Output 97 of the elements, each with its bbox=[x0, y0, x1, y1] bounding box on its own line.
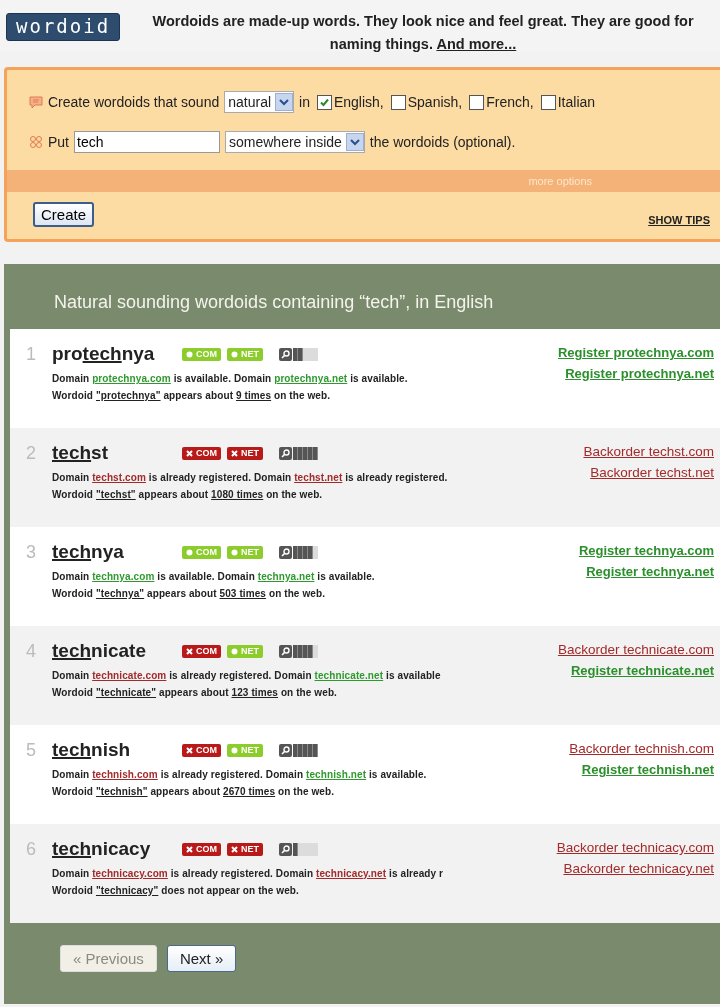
position-dropdown[interactable]: somewhere inside bbox=[225, 131, 365, 153]
wordoid: techst bbox=[52, 442, 109, 464]
results-title: Natural sounding wordoids containing “tech”, in English bbox=[53, 291, 495, 314]
speech-bubble-icon bbox=[29, 95, 43, 109]
result-number: 3 bbox=[25, 541, 37, 564]
register-link[interactable]: Register technish.net bbox=[581, 762, 714, 777]
sound-dropdown[interactable]: natural bbox=[224, 91, 295, 113]
label-text: in bbox=[299, 94, 310, 110]
search-icon[interactable] bbox=[279, 545, 292, 559]
web-count-text: Wordoid "technya" appears about 503 times on the web. bbox=[52, 588, 327, 599]
label-text: the wordoids (optional). bbox=[369, 134, 516, 150]
domain-link[interactable]: technicacy.com bbox=[92, 868, 168, 879]
text-link[interactable]: "protechnya" bbox=[95, 390, 161, 401]
logo[interactable]: wordoid bbox=[6, 13, 121, 41]
wordoid: technya bbox=[52, 541, 125, 563]
tagline: Wordoids are made-up words. They look nice and feel great. They are good for naming things. And more... bbox=[151, 12, 695, 54]
text-link[interactable]: "technish" bbox=[95, 786, 148, 797]
text-link[interactable]: "technya" bbox=[95, 588, 145, 599]
create-button[interactable]: Create bbox=[33, 202, 95, 227]
domain-badge: COM bbox=[182, 545, 221, 559]
checkbox-label[interactable]: French, bbox=[486, 94, 534, 110]
domain-link[interactable]: techst.com bbox=[92, 472, 146, 483]
domain-status-text: Domain technish.com is already registered. Domain technish.net is available. bbox=[52, 769, 428, 780]
domain-link[interactable]: protechnya.com bbox=[92, 373, 171, 384]
checkbox[interactable] bbox=[316, 94, 332, 110]
result-number: 1 bbox=[25, 343, 37, 366]
result-number: 5 bbox=[25, 739, 37, 762]
backorder-link[interactable]: Backorder techst.com bbox=[583, 444, 714, 459]
domain-status-text: Domain technicacy.com is already registered. Domain technicacy.net is already r bbox=[52, 868, 445, 879]
web-count-text: Wordoid "techst" appears about 1080 times on the web. bbox=[52, 489, 324, 500]
text-link[interactable]: 123 times bbox=[231, 687, 278, 698]
wordoid: technicate bbox=[52, 640, 147, 662]
domain-status-text: Domain techst.com is already registered. Domain techst.net is already registered. bbox=[52, 472, 449, 483]
register-link[interactable]: Register technya.com bbox=[578, 543, 714, 558]
domain-link[interactable]: technicacy.net bbox=[316, 868, 387, 879]
web-count-text: Wordoid "protechnya" appears about 9 times on the web. bbox=[52, 390, 332, 401]
domain-link[interactable]: protechnya.net bbox=[274, 373, 348, 384]
wordoid: technish bbox=[52, 739, 132, 761]
domain-badge: NET bbox=[227, 545, 263, 559]
register-link[interactable]: Register technya.net bbox=[586, 564, 714, 579]
letters-icon bbox=[29, 135, 43, 149]
domain-link[interactable]: technya.com bbox=[92, 571, 155, 582]
domain-badge: NET bbox=[227, 347, 263, 361]
search-icon[interactable] bbox=[279, 842, 292, 856]
domain-status-text: Domain technicate.com is already registered. Domain technicate.net is available bbox=[52, 670, 442, 681]
web-count-text: Wordoid "technish" appears about 2670 times on the web. bbox=[52, 786, 336, 797]
domain-badge: COM bbox=[182, 842, 221, 856]
domain-badge: COM bbox=[182, 644, 221, 658]
domain-badge: NET bbox=[227, 446, 263, 460]
checkbox-label[interactable]: English, bbox=[333, 94, 384, 110]
more-link[interactable]: And more... bbox=[436, 36, 517, 52]
checkbox-label[interactable]: Italian bbox=[557, 94, 596, 110]
backorder-link[interactable]: Backorder technish.com bbox=[569, 741, 714, 756]
wordoid: protechnya bbox=[52, 343, 156, 365]
register-link[interactable]: Register technicate.net bbox=[570, 663, 714, 678]
domain-badge: COM bbox=[182, 743, 221, 757]
domain-badge: COM bbox=[182, 347, 221, 361]
show-tips-link[interactable]: SHOW TIPS bbox=[648, 213, 710, 226]
domain-badge: NET bbox=[227, 644, 263, 658]
domain-link[interactable]: techst.net bbox=[294, 472, 343, 483]
web-count-text: Wordoid "technicate" appears about 123 times on the web. bbox=[52, 687, 338, 698]
domain-badge: NET bbox=[227, 842, 263, 856]
checkbox[interactable] bbox=[390, 94, 406, 110]
backorder-link[interactable]: Backorder techst.net bbox=[590, 465, 714, 480]
domain-link[interactable]: technish.com bbox=[92, 769, 158, 780]
domain-status-text: Domain protechnya.com is available. Domain protechnya.net is available. bbox=[52, 373, 409, 384]
register-link[interactable]: Register protechnya.net bbox=[565, 366, 714, 381]
search-icon[interactable] bbox=[279, 446, 292, 460]
label-text: Create wordoids that sound bbox=[48, 94, 220, 110]
domain-link[interactable]: technicate.com bbox=[92, 670, 167, 681]
text-input[interactable]: tech bbox=[74, 131, 220, 153]
domain-link[interactable]: technish.net bbox=[306, 769, 367, 780]
checkbox[interactable] bbox=[540, 94, 556, 110]
text-link[interactable]: 1080 times bbox=[211, 489, 264, 500]
text-link[interactable]: "techst" bbox=[95, 489, 136, 500]
text-link[interactable]: 503 times bbox=[219, 588, 267, 599]
domain-badge: NET bbox=[227, 743, 263, 757]
next-button[interactable]: Next » bbox=[166, 945, 237, 972]
search-icon[interactable] bbox=[279, 743, 292, 757]
search-icon[interactable] bbox=[279, 644, 292, 658]
domain-link[interactable]: technya.net bbox=[257, 571, 315, 582]
text-link[interactable]: 2670 times bbox=[222, 786, 276, 797]
checkbox[interactable] bbox=[469, 94, 485, 110]
domain-badge: COM bbox=[182, 446, 221, 460]
backorder-link[interactable]: Backorder technicacy.com bbox=[556, 840, 714, 855]
checkbox-label[interactable]: Spanish, bbox=[407, 94, 463, 110]
backorder-link[interactable]: Backorder technicate.com bbox=[557, 642, 714, 657]
text-link[interactable]: 9 times bbox=[235, 390, 272, 401]
backorder-link[interactable]: Backorder technicacy.net bbox=[563, 861, 714, 876]
search-icon[interactable] bbox=[279, 347, 292, 361]
text-link[interactable]: "technicate" bbox=[95, 687, 157, 698]
register-link[interactable]: Register protechnya.com bbox=[557, 345, 714, 360]
label-text: Put bbox=[48, 134, 69, 150]
web-count-text: Wordoid "technicacy" does not appear on the web. bbox=[52, 885, 300, 896]
domain-status-text: Domain technya.com is available. Domain technya.net is available. bbox=[52, 571, 376, 582]
text-link[interactable]: "technicacy" bbox=[95, 885, 159, 896]
wordoid: technicacy bbox=[52, 838, 152, 860]
